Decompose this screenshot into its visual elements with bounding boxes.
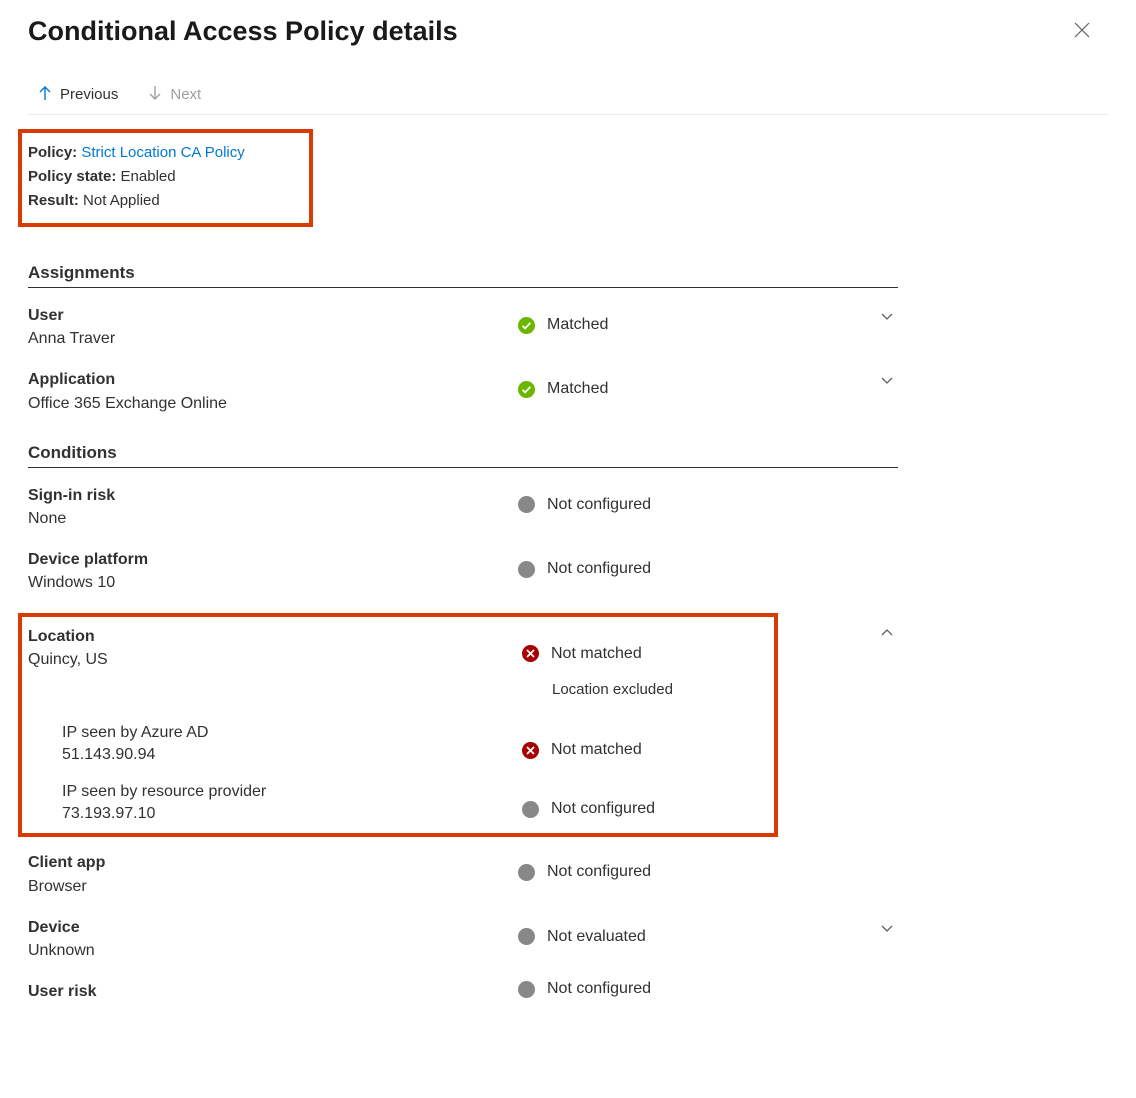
conditions-header: Conditions bbox=[28, 443, 898, 468]
chevron-down-icon[interactable] bbox=[880, 922, 894, 939]
device-platform-status: Not configured bbox=[547, 560, 651, 578]
device-platform-value: Windows 10 bbox=[28, 571, 518, 594]
next-button: Next bbox=[148, 85, 201, 104]
user-label: User bbox=[28, 304, 518, 327]
arrow-down-icon bbox=[148, 85, 162, 104]
policy-state-label: Policy state: bbox=[28, 168, 116, 185]
device-status: Not evaluated bbox=[547, 928, 646, 946]
policy-line: Policy: Strict Location CA Policy bbox=[22, 141, 299, 165]
close-icon bbox=[1074, 25, 1090, 41]
location-label: Location bbox=[28, 625, 522, 648]
application-row: Application Office 365 Exchange Online M… bbox=[28, 368, 898, 414]
previous-label: Previous bbox=[60, 86, 118, 103]
chevron-up-icon[interactable] bbox=[880, 625, 894, 642]
application-status: Matched bbox=[547, 380, 608, 398]
ip-rp-label: IP seen by resource provider bbox=[62, 781, 522, 803]
chevron-down-icon[interactable] bbox=[880, 310, 894, 327]
policy-label: Policy: bbox=[28, 144, 77, 161]
dot-icon bbox=[518, 864, 535, 881]
device-platform-row: Device platform Windows 10 Not configure… bbox=[28, 548, 898, 594]
client-app-status: Not configured bbox=[547, 863, 651, 881]
application-value: Office 365 Exchange Online bbox=[28, 392, 518, 415]
user-row: User Anna Traver Matched bbox=[28, 304, 898, 350]
user-risk-status: Not configured bbox=[547, 980, 651, 998]
client-app-row: Client app Browser Not configured bbox=[28, 851, 898, 897]
dot-icon bbox=[518, 981, 535, 998]
user-risk-row: User risk Not configured bbox=[28, 980, 898, 1003]
ip-rp-value: 73.193.97.10 bbox=[62, 803, 522, 825]
next-label: Next bbox=[170, 86, 201, 103]
location-highlight: Location Quincy, US Not matched bbox=[18, 613, 778, 838]
client-app-label: Client app bbox=[28, 851, 518, 874]
signin-risk-value: None bbox=[28, 507, 518, 530]
page-title: Conditional Access Policy details bbox=[28, 16, 1108, 47]
dot-icon bbox=[522, 801, 539, 818]
location-note: Location excluded bbox=[552, 681, 673, 698]
close-button[interactable] bbox=[1074, 22, 1090, 41]
dot-icon bbox=[518, 561, 535, 578]
assignments-header: Assignments bbox=[28, 263, 898, 288]
signin-risk-status: Not configured bbox=[547, 496, 651, 514]
device-row: Device Unknown Not evaluated bbox=[28, 916, 898, 962]
ip-azure-row: IP seen by Azure AD 51.143.90.94 Not mat… bbox=[62, 722, 768, 767]
policy-link[interactable]: Strict Location CA Policy bbox=[81, 144, 244, 161]
user-status: Matched bbox=[547, 316, 608, 334]
policy-state-line: Policy state: Enabled bbox=[22, 165, 299, 189]
application-label: Application bbox=[28, 368, 518, 391]
arrow-up-icon bbox=[38, 85, 52, 104]
policy-summary-highlight: Policy: Strict Location CA Policy Policy… bbox=[18, 129, 313, 227]
dot-icon bbox=[518, 928, 535, 945]
check-icon bbox=[518, 381, 535, 398]
x-icon bbox=[522, 742, 539, 759]
ip-rp-row: IP seen by resource provider 73.193.97.1… bbox=[62, 781, 768, 826]
client-app-value: Browser bbox=[28, 875, 518, 898]
location-value: Quincy, US bbox=[28, 648, 522, 671]
policy-result-line: Result: Not Applied bbox=[22, 189, 299, 213]
location-row: Location Quincy, US Not matched bbox=[28, 625, 768, 671]
location-note-row: Location excluded bbox=[28, 671, 768, 708]
device-value: Unknown bbox=[28, 939, 518, 962]
policy-result-label: Result: bbox=[28, 192, 79, 209]
device-label: Device bbox=[28, 916, 518, 939]
signin-risk-row: Sign-in risk None Not configured bbox=[28, 484, 898, 530]
ip-rp-status: Not configured bbox=[551, 800, 655, 818]
device-platform-label: Device platform bbox=[28, 548, 518, 571]
x-icon bbox=[522, 645, 539, 662]
signin-risk-label: Sign-in risk bbox=[28, 484, 518, 507]
user-value: Anna Traver bbox=[28, 327, 518, 350]
policy-state-value: Enabled bbox=[121, 168, 176, 185]
ip-azure-value: 51.143.90.94 bbox=[62, 744, 522, 766]
ip-azure-status: Not matched bbox=[551, 741, 642, 759]
dot-icon bbox=[518, 496, 535, 513]
policy-result-value: Not Applied bbox=[83, 192, 160, 209]
previous-button[interactable]: Previous bbox=[38, 85, 118, 104]
user-risk-label: User risk bbox=[28, 980, 518, 1003]
chevron-down-icon[interactable] bbox=[880, 374, 894, 391]
ip-azure-label: IP seen by Azure AD bbox=[62, 722, 522, 744]
check-icon bbox=[518, 317, 535, 334]
nav-bar: Previous Next bbox=[28, 77, 1108, 115]
location-status: Not matched bbox=[551, 645, 642, 663]
